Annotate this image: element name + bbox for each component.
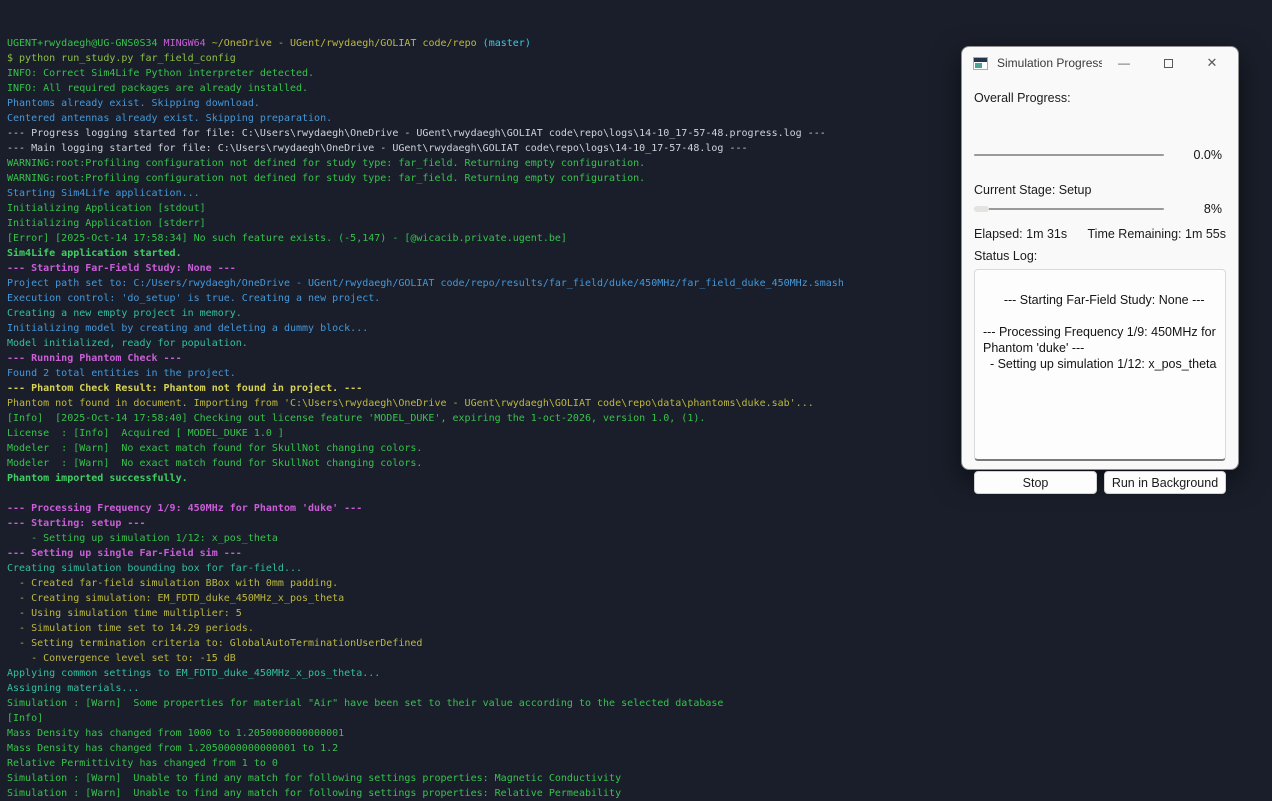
- stage-progress-percent: 8%: [1203, 202, 1222, 216]
- stop-button[interactable]: Stop: [974, 471, 1097, 494]
- terminal-line: - Using simulation time multiplier: 5: [7, 608, 242, 619]
- terminal-line: --- Starting: setup ---: [7, 518, 146, 529]
- terminal-line: - Convergence level set to: -15 dB: [7, 653, 236, 664]
- terminal-line: - Setting up simulation 1/12: x_pos_thet…: [7, 533, 278, 544]
- close-button[interactable]: ✕: [1190, 47, 1234, 79]
- stage-progressbar: [974, 205, 1164, 213]
- terminal-line: - Creating simulation: EM_FDTD_duke_450M…: [7, 593, 345, 604]
- stage-progressbar-chunk: [974, 206, 990, 212]
- dialog-titlebar[interactable]: Simulation Progress — ✕: [962, 47, 1238, 79]
- status-log-box[interactable]: --- Starting Far-Field Study: None --- -…: [974, 269, 1226, 461]
- maximize-icon: [1163, 58, 1173, 68]
- overall-progressbar-groove: [974, 154, 1164, 156]
- terminal-line: Relative Permittivity has changed from 1…: [7, 758, 278, 769]
- terminal-line: Mass Density has changed from 1000 to 1.…: [7, 728, 345, 739]
- terminal-line: - Setting termination criteria to: Globa…: [7, 638, 423, 649]
- overall-progressbar: [974, 151, 1164, 159]
- run-in-background-button[interactable]: Run in Background: [1104, 471, 1226, 494]
- terminal-line: --- Setting up single Far-Field sim ---: [7, 548, 242, 559]
- terminal-line: Simulation : [Warn] Unable to find any m…: [7, 788, 622, 799]
- terminal-line: Simulation : [Warn] Unable to find any m…: [7, 773, 622, 784]
- app-window-icon: [973, 56, 988, 70]
- current-stage-label: Current Stage: Setup: [974, 183, 1092, 197]
- dialog-title: Simulation Progress: [997, 56, 1102, 70]
- status-log-label: Status Log:: [974, 249, 1038, 263]
- terminal-line: [Info]: [7, 713, 44, 724]
- terminal-line: - Created far-field simulation BBox with…: [7, 578, 339, 589]
- dialog-body: Overall Progress: 0.0% Current Stage: Se…: [962, 79, 1238, 494]
- simulation-progress-dialog: Simulation Progress — ✕ Overall Progress…: [961, 46, 1239, 494]
- terminal-line: Mass Density has changed from 1.20500000…: [7, 743, 339, 754]
- close-icon: ✕: [1206, 55, 1218, 70]
- maximize-button[interactable]: [1146, 47, 1190, 79]
- terminal-line: Creating simulation bounding box for far…: [7, 563, 303, 574]
- overall-progress-percent: 0.0%: [1193, 148, 1223, 162]
- terminal-line: Applying common settings to EM_FDTD_duke…: [7, 668, 381, 679]
- status-log-text: --- Starting Far-Field Study: None --- -…: [983, 293, 1217, 371]
- terminal-line: - Simulation time set to 14.29 periods.: [7, 623, 254, 634]
- minimize-button[interactable]: —: [1102, 47, 1146, 79]
- minimize-icon: —: [1118, 56, 1130, 70]
- time-remaining-label: Time Remaining: 1m 55s: [1087, 227, 1226, 241]
- terminal-line: --- Processing Frequency 1/9: 450MHz for…: [7, 503, 363, 514]
- elapsed-label: Elapsed: 1m 31s: [974, 227, 1068, 241]
- terminal-line: Assigning materials...: [7, 683, 140, 694]
- terminal-line: Simulation : [Warn] Some properties for …: [7, 698, 724, 709]
- overall-progress-label: Overall Progress:: [974, 91, 1071, 105]
- stage-progressbar-groove: [974, 208, 1164, 210]
